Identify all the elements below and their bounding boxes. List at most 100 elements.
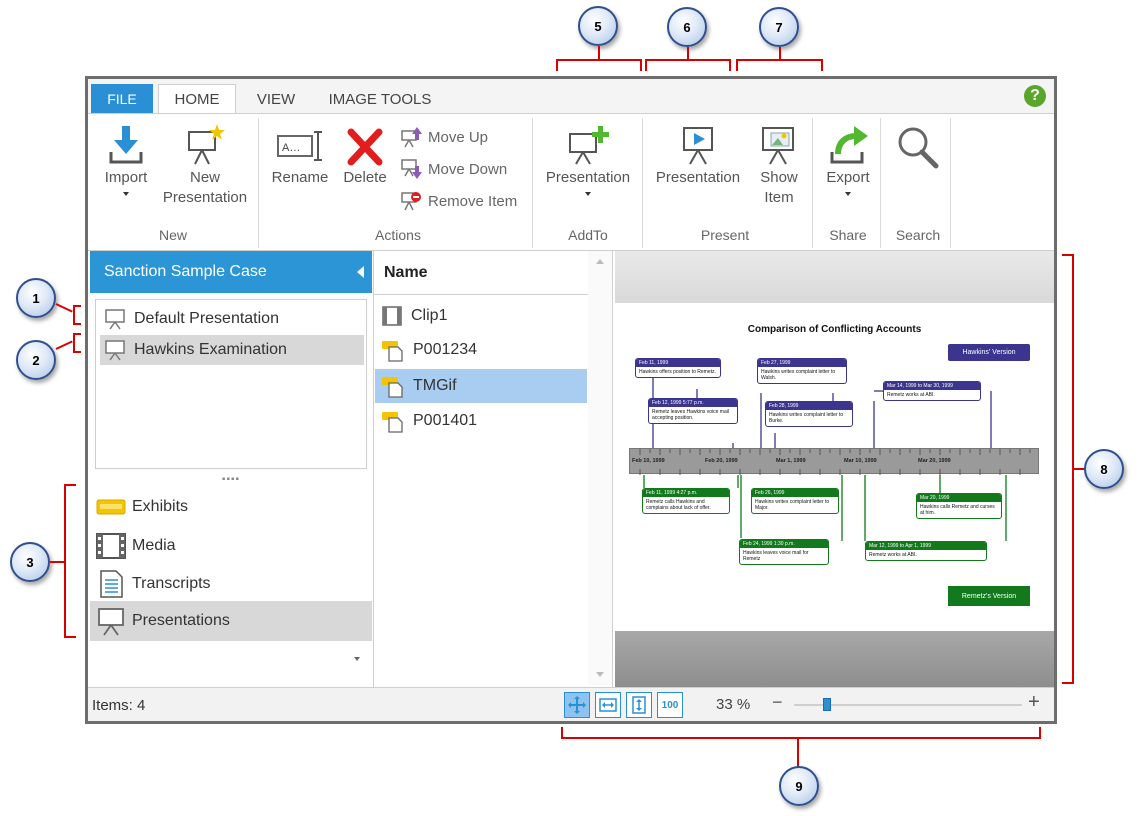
export-label: Export bbox=[826, 169, 870, 186]
exhibit-document-icon bbox=[382, 377, 403, 398]
list-item[interactable]: Clip1 bbox=[375, 299, 587, 333]
remove-item-icon bbox=[401, 192, 421, 211]
zoom-in-button[interactable]: + bbox=[1028, 691, 1040, 714]
event-text: Hawkins writes complaint letter to Major… bbox=[755, 499, 830, 511]
case-title: Sanction Sample Case bbox=[104, 263, 267, 280]
export-button[interactable]: Export bbox=[818, 124, 878, 196]
present-presentation-label: Presentation bbox=[655, 169, 741, 186]
preview-top-band bbox=[615, 251, 1054, 303]
search-button[interactable] bbox=[888, 124, 948, 172]
exhibit-document-icon bbox=[382, 341, 403, 362]
new-presentation-button[interactable]: New Presentation bbox=[160, 124, 250, 208]
exhibit-icon bbox=[96, 499, 126, 515]
show-item-label-1: Show bbox=[760, 169, 798, 186]
tab-home[interactable]: HOME bbox=[158, 84, 236, 113]
move-down-button[interactable]: Move Down bbox=[400, 158, 507, 180]
presentation-label: Hawkins Examination bbox=[134, 341, 287, 358]
separator bbox=[812, 118, 813, 248]
item-label: TMGif bbox=[413, 377, 457, 394]
bracket-2 bbox=[73, 333, 81, 353]
nav-item-exhibits[interactable]: Exhibits bbox=[90, 487, 372, 527]
list-item[interactable]: P001401 bbox=[375, 404, 587, 438]
tab-file[interactable]: FILE bbox=[91, 84, 153, 113]
items-count: Items: 4 bbox=[92, 697, 146, 714]
event-text: Remetz works at ABI. bbox=[869, 552, 917, 558]
nav-item-presentations[interactable]: Presentations bbox=[90, 601, 372, 641]
actual-size-button[interactable]: 100 bbox=[657, 692, 683, 718]
remetz-version-label: Remetz's Version bbox=[948, 586, 1030, 606]
preview-pane[interactable]: Comparison of Conflicting Accounts Hawki… bbox=[615, 251, 1054, 687]
separator bbox=[880, 118, 881, 248]
axis-label: Mar 1, 1999 bbox=[776, 458, 806, 464]
item-label: P001234 bbox=[413, 341, 478, 358]
import-button[interactable]: Import bbox=[96, 124, 156, 196]
new-presentation-label-2: Presentation bbox=[162, 189, 248, 206]
nav-label: Presentations bbox=[132, 612, 230, 629]
panel-splitter[interactable]: ▪▪▪▪ bbox=[90, 474, 372, 485]
event-box: Mar 14, 1999 to Mar 30, 1999 Remetz work… bbox=[883, 381, 981, 401]
scroll-up-icon[interactable] bbox=[596, 259, 604, 264]
move-up-button[interactable]: Move Up bbox=[400, 126, 488, 148]
callout-5: 5 bbox=[578, 6, 618, 46]
zoom-out-button[interactable]: − bbox=[772, 692, 783, 713]
event-box: Feb 11, 1999 Hawkins offers position to … bbox=[635, 358, 721, 378]
rename-button[interactable]: A… Rename bbox=[268, 128, 332, 188]
fit-width-icon bbox=[599, 698, 617, 712]
presentation-label: Default Presentation bbox=[134, 310, 279, 327]
nav-item-media[interactable]: Media bbox=[90, 526, 372, 566]
actual-size-label: 100 bbox=[661, 699, 679, 711]
import-label: Import bbox=[104, 169, 148, 186]
event-box: Mar 12, 1999 to Apr 1, 1999 Remetz works… bbox=[865, 541, 987, 561]
event-box: Mar 20, 1999 Hawkins calls Remetz and cu… bbox=[916, 493, 1002, 519]
import-dropdown-arrow bbox=[123, 192, 129, 196]
callout-8: 8 bbox=[1084, 449, 1124, 489]
bracket-6 bbox=[645, 59, 731, 71]
bracket-9 bbox=[561, 727, 1041, 739]
event-box: Feb 28, 1999 Hawkins writes complaint le… bbox=[765, 401, 853, 427]
group-label-search: Search bbox=[895, 227, 941, 243]
axis-label: Mar 10, 1999 bbox=[844, 458, 877, 464]
bracket-5-stem bbox=[598, 46, 600, 60]
fit-height-button[interactable] bbox=[626, 692, 652, 718]
case-title-bar[interactable]: Sanction Sample Case bbox=[90, 251, 372, 293]
tab-image-tools[interactable]: IMAGE TOOLS bbox=[320, 85, 440, 113]
delete-icon bbox=[347, 128, 383, 166]
collapse-arrow-icon[interactable] bbox=[357, 266, 364, 278]
event-date: Mar 20, 1999 bbox=[917, 494, 1001, 502]
scroll-down-icon[interactable] bbox=[596, 672, 604, 677]
zoom-slider-thumb[interactable] bbox=[823, 698, 831, 711]
fit-to-window-button[interactable] bbox=[564, 692, 590, 718]
event-text: Remetz calls Hawkins and complains about… bbox=[646, 499, 711, 511]
fit-height-icon bbox=[632, 696, 646, 714]
axis-label: Feb 10, 1999 bbox=[632, 458, 665, 464]
move-down-icon bbox=[401, 159, 422, 179]
item-list-panel: Name Clip1 P001234 TMGif P001401 bbox=[373, 251, 613, 687]
nav-item-transcripts[interactable]: Transcripts bbox=[90, 564, 372, 604]
remove-item-button[interactable]: Remove Item bbox=[400, 190, 517, 212]
show-item-button[interactable]: Show Item bbox=[748, 124, 810, 208]
preview-bottom-band bbox=[615, 631, 1054, 687]
fit-width-button[interactable] bbox=[595, 692, 621, 718]
move-down-label: Move Down bbox=[428, 160, 508, 178]
list-item[interactable]: Default Presentation bbox=[100, 304, 364, 334]
nav-scroll-down-icon[interactable] bbox=[354, 657, 360, 661]
list-item[interactable]: P001234 bbox=[375, 333, 587, 367]
ribbon-tabs: FILE HOME VIEW IMAGE TOOLS ? bbox=[88, 79, 1054, 113]
help-icon[interactable]: ? bbox=[1024, 85, 1046, 107]
tab-view[interactable]: VIEW bbox=[248, 85, 304, 113]
delete-button[interactable]: Delete bbox=[338, 128, 392, 188]
bracket-3 bbox=[64, 484, 76, 638]
column-header-name[interactable]: Name bbox=[374, 251, 588, 295]
add-to-presentation-button[interactable]: Presentation bbox=[540, 124, 636, 196]
event-date: Feb 28, 1999 bbox=[766, 402, 852, 410]
list-item[interactable]: TMGif bbox=[375, 369, 587, 403]
event-date: Feb 24, 1999 1:30 p.m. bbox=[740, 540, 828, 548]
event-box: Feb 11, 1999 4:27 p.m. Remetz calls Hawk… bbox=[642, 488, 730, 514]
export-icon bbox=[830, 126, 868, 164]
present-presentation-button[interactable]: Presentation bbox=[650, 124, 746, 188]
move-up-label: Move Up bbox=[428, 128, 489, 146]
export-dropdown-arrow bbox=[845, 192, 851, 196]
list-item[interactable]: Hawkins Examination bbox=[100, 335, 364, 365]
timeline-graphic: Comparison of Conflicting Accounts Hawki… bbox=[615, 303, 1054, 631]
vertical-scrollbar[interactable] bbox=[588, 251, 612, 685]
